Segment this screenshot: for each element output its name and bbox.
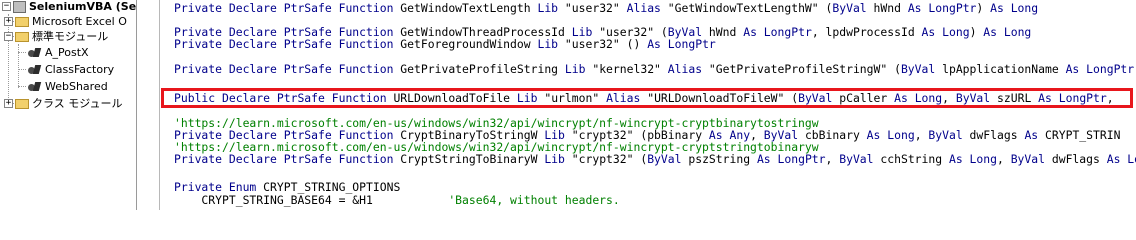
code-line[interactable]: Private Declare PtrSafe Function GetWind… bbox=[174, 2, 1038, 14]
code-text: "GetPrivateProfileStringW" ( bbox=[702, 62, 901, 76]
code-keyword: Private Declare PtrSafe Function bbox=[174, 62, 394, 76]
tree-item-label: 標準モジュール bbox=[32, 30, 109, 43]
tree-item-label: Microsoft Excel O bbox=[32, 15, 127, 28]
collapse-toggle[interactable]: − bbox=[4, 32, 13, 41]
code-text: CryptStringToBinaryW bbox=[393, 152, 545, 166]
code-keyword: As Long bbox=[866, 128, 915, 142]
code-keyword: ByVal bbox=[647, 152, 682, 166]
code-keyword: As Long bbox=[990, 1, 1039, 15]
code-line[interactable]: Private Declare PtrSafe Function CryptSt… bbox=[174, 153, 1136, 165]
code-text: cchString bbox=[873, 152, 949, 166]
code-text: "user32" () bbox=[558, 37, 648, 51]
collapse-toggle[interactable]: − bbox=[2, 2, 11, 11]
tree-item-standard-modules[interactable]: − 標準モジュール bbox=[4, 29, 108, 44]
code-keyword: As Long bbox=[921, 25, 970, 39]
code-keyword: As LongPtr bbox=[1065, 62, 1135, 76]
tree-item-module-a-postx[interactable]: A_PostX bbox=[27, 45, 89, 60]
code-text: GetPrivateProfileString bbox=[393, 62, 565, 76]
code-keyword: ByVal bbox=[928, 128, 963, 142]
tree-item-project[interactable]: − SeleniumVBA (Sel bbox=[2, 0, 137, 14]
code-keyword: Lib bbox=[537, 1, 559, 15]
code-keyword: ByVal bbox=[832, 1, 867, 15]
expand-toggle[interactable]: + bbox=[4, 17, 13, 26]
tree-item-label: SeleniumVBA (Sel bbox=[29, 0, 137, 13]
code-keyword: Private Declare PtrSafe Function bbox=[174, 152, 394, 166]
code-text: "GetWindowTextLengthW" ( bbox=[660, 1, 833, 15]
tree-item-module-classfactory[interactable]: ClassFactory bbox=[27, 62, 114, 77]
code-keyword: As LongPtr bbox=[647, 37, 716, 51]
code-text: "user32" bbox=[558, 1, 627, 15]
code-keyword: As Long bbox=[1106, 152, 1136, 166]
code-keyword: Private Enum bbox=[174, 180, 257, 194]
code-text: CRYPT_STRIN bbox=[1038, 128, 1121, 142]
vba-project-icon bbox=[13, 0, 26, 13]
code-text: , bbox=[825, 152, 840, 166]
code-text: , lpdwProcessId bbox=[811, 25, 922, 39]
code-text: ) bbox=[976, 1, 991, 15]
code-text: , bbox=[914, 128, 929, 142]
code-text: dwFlags bbox=[1045, 152, 1107, 166]
margin-indicator-bar[interactable] bbox=[137, 0, 160, 210]
code-keyword: As LongPtr bbox=[756, 152, 826, 166]
code-text: CRYPT_STRING_BASE64 = &H1 bbox=[174, 193, 449, 207]
tree-item-label: A_PostX bbox=[45, 46, 89, 59]
code-comment: 'Base64, without headers. bbox=[448, 193, 620, 207]
code-keyword: ByVal bbox=[839, 152, 874, 166]
code-line[interactable]: Private Declare PtrSafe Function GetPriv… bbox=[174, 63, 1134, 75]
code-text: ) bbox=[969, 25, 984, 39]
open-folder-icon bbox=[15, 31, 29, 42]
highlight-annotation-box bbox=[161, 88, 1133, 108]
code-text: GetWindowTextLength bbox=[393, 1, 538, 15]
folder-icon bbox=[15, 16, 29, 27]
tree-item-label: WebShared bbox=[45, 80, 108, 93]
code-line[interactable]: Private Declare PtrSafe Function GetFore… bbox=[174, 38, 716, 50]
code-keyword: As Long bbox=[983, 25, 1032, 39]
module-icon bbox=[27, 47, 42, 59]
code-keyword: ByVal bbox=[1010, 152, 1045, 166]
project-explorer: − SeleniumVBA (Sel + Microsoft Excel O −… bbox=[0, 0, 137, 210]
code-text: lpApplicationName bbox=[935, 62, 1066, 76]
module-icon bbox=[27, 81, 42, 93]
code-keyword: As LongPtr bbox=[907, 1, 977, 15]
code-keyword: As bbox=[1024, 128, 1039, 142]
code-text: GetForegroundWindow bbox=[393, 37, 538, 51]
code-text: pszString bbox=[681, 152, 757, 166]
module-icon bbox=[27, 64, 42, 76]
code-text: "kernel32" bbox=[585, 62, 668, 76]
tree-item-class-modules[interactable]: + クラス モジュール bbox=[4, 96, 123, 111]
tree-item-label: ClassFactory bbox=[45, 63, 115, 76]
code-keyword: Private Declare PtrSafe Function bbox=[174, 1, 394, 15]
tree-item-label: クラス モジュール bbox=[32, 97, 123, 110]
code-keyword: Lib bbox=[564, 62, 586, 76]
code-text: dwFlags bbox=[962, 128, 1025, 142]
code-keyword: Private Declare PtrSafe Function bbox=[174, 37, 394, 51]
code-keyword: Alias bbox=[626, 1, 661, 15]
code-keyword: Lib bbox=[537, 37, 559, 51]
code-keyword: Lib bbox=[544, 152, 565, 166]
code-text: "crypt32" ( bbox=[564, 152, 648, 166]
expand-toggle[interactable]: + bbox=[4, 99, 13, 108]
code-keyword: As Long bbox=[948, 152, 997, 166]
code-keyword: ByVal bbox=[900, 62, 936, 76]
code-keyword: As LongPtr bbox=[743, 25, 812, 39]
folder-icon bbox=[15, 98, 29, 109]
code-text: hWnd bbox=[866, 1, 908, 15]
tree-item-excel-objects[interactable]: + Microsoft Excel O bbox=[4, 14, 127, 29]
code-text: , bbox=[996, 152, 1011, 166]
code-line[interactable]: CRYPT_STRING_BASE64 = &H1 'Base64, witho… bbox=[174, 193, 620, 207]
code-text: CRYPT_STRING_OPTIONS bbox=[256, 180, 401, 194]
code-line[interactable]: Private Enum CRYPT_STRING_OPTIONS bbox=[174, 181, 400, 193]
code-keyword: Alias bbox=[667, 62, 703, 76]
tree-item-module-webshared[interactable]: WebShared bbox=[27, 79, 108, 94]
